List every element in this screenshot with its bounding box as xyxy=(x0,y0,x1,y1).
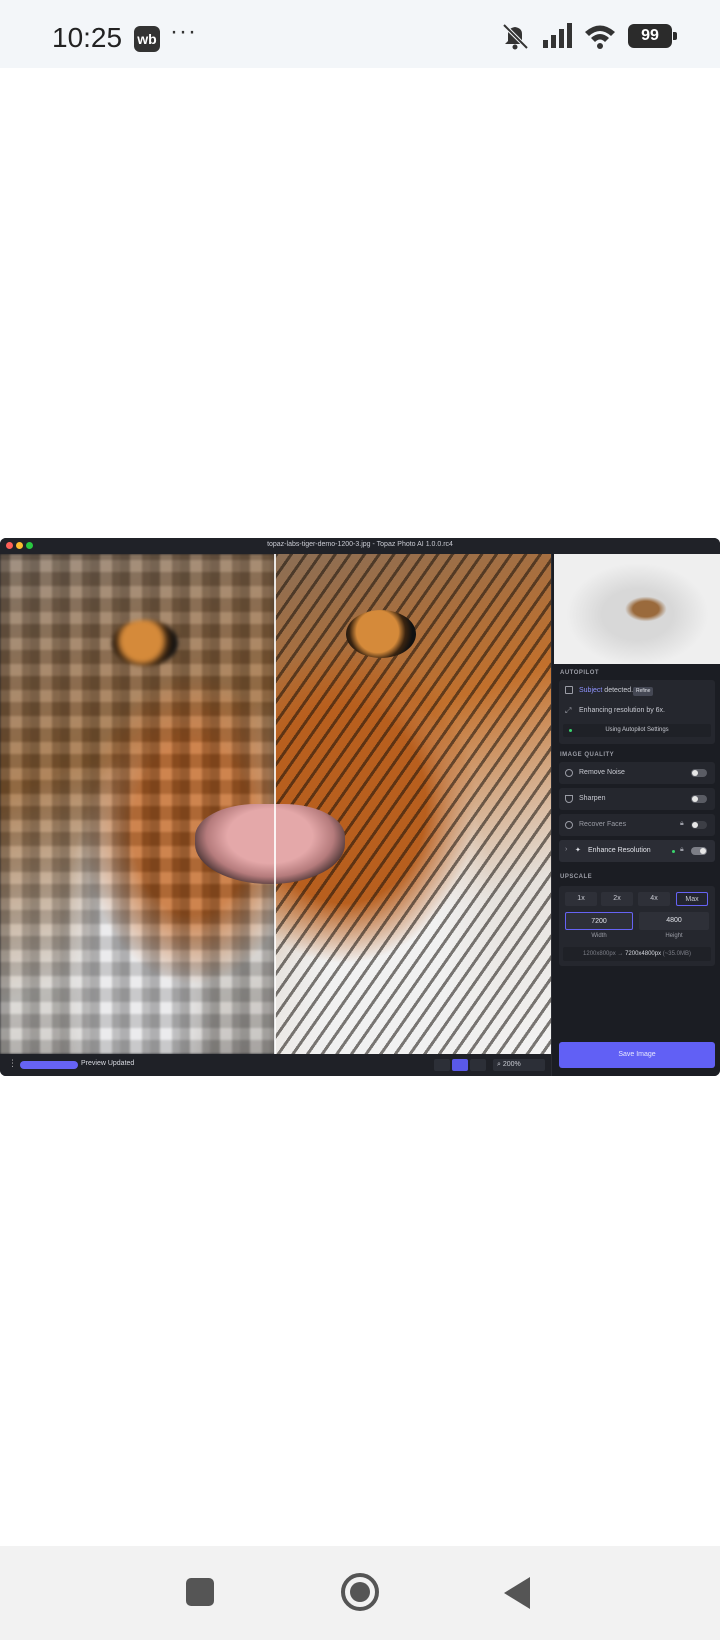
enhance-active-dot xyxy=(672,850,675,853)
clock: 10:25 xyxy=(52,22,123,53)
window-titlebar: topaz-labs-tiger-demo-1200-3.jpg - Topaz… xyxy=(0,538,720,554)
subject-icon xyxy=(565,686,573,694)
preview-progress-bar xyxy=(20,1061,78,1069)
scale-1x-button[interactable]: 1x xyxy=(565,892,597,906)
tiger-eye-right xyxy=(346,610,416,658)
enhancing-text: Enhancing resolution by 6x. xyxy=(579,707,665,714)
remove-noise-label: Remove Noise xyxy=(579,769,625,776)
wb-app-icon: wb xyxy=(134,26,160,52)
bottom-toolbar: ⋮ Preview Updated ⌕ 200% xyxy=(0,1054,551,1076)
zoom-level: 200% xyxy=(502,1061,521,1068)
enhance-resolution-row[interactable]: › ✦ Enhance Resolution 🔒︎ xyxy=(559,840,715,862)
upscale-card: 1x 2x 4x Max 7200 4800 Width Height 1200… xyxy=(559,886,715,966)
window-title: topaz-labs-tiger-demo-1200-3.jpg - Topaz… xyxy=(267,541,453,548)
enhance-resolution-toggle[interactable] xyxy=(691,847,707,855)
comparison-slider-handle[interactable] xyxy=(274,554,276,1054)
home-button[interactable] xyxy=(341,1573,379,1611)
wifi-icon xyxy=(585,25,615,49)
bell-off-icon xyxy=(502,23,529,50)
remove-noise-toggle[interactable] xyxy=(691,769,707,777)
height-label: Height xyxy=(665,933,683,939)
expand-chevron-icon[interactable]: › xyxy=(565,846,567,853)
summary-size: (~35.0MB) xyxy=(661,951,691,957)
upscale-summary: 1200x800px → 7200x4800px (~35.0MB) xyxy=(563,947,711,961)
refine-button[interactable]: Refine xyxy=(633,687,654,696)
lock-icon: 🔒︎ xyxy=(680,846,684,853)
sharpen-label: Sharpen xyxy=(579,795,606,802)
settings-sidebar: AUTOPILOT Subject detected. Refine ⤢ Enh… xyxy=(551,554,720,1076)
noise-icon xyxy=(565,769,573,777)
autopilot-settings-button[interactable]: Using Autopilot Settings xyxy=(563,724,711,737)
more-notifications-icon: ··· xyxy=(170,18,197,45)
save-image-button[interactable]: Save Image xyxy=(559,1042,715,1068)
split-view-icon[interactable] xyxy=(452,1059,468,1071)
comparison-canvas[interactable] xyxy=(0,554,551,1054)
detected-text: detected. xyxy=(602,687,634,694)
scale-max-button[interactable]: Max xyxy=(676,892,708,906)
zoom-control[interactable]: ⌕ 200% xyxy=(493,1059,545,1071)
autopilot-heading: AUTOPILOT xyxy=(560,670,600,676)
recover-faces-row[interactable]: Recover Faces 🔒︎ xyxy=(559,814,715,836)
recover-faces-toggle[interactable] xyxy=(691,821,707,829)
remove-noise-row[interactable]: Remove Noise xyxy=(559,762,715,784)
autopilot-card: Subject detected. Refine ⤢ Enhancing res… xyxy=(559,680,715,744)
signal-icon xyxy=(543,23,572,48)
recover-faces-label: Recover Faces xyxy=(579,821,627,828)
sharpen-icon xyxy=(565,795,573,803)
sharpen-toggle[interactable] xyxy=(691,795,707,803)
upscale-heading: UPSCALE xyxy=(560,874,593,880)
height-field[interactable]: 4800 xyxy=(639,912,709,930)
navigator-thumbnail[interactable] xyxy=(554,554,720,664)
tiger-nose xyxy=(195,804,345,884)
preview-status: Preview Updated xyxy=(81,1060,135,1067)
status-bar: 10:25 wb ··· 99 xyxy=(0,0,720,68)
battery-icon: 99 xyxy=(628,24,677,48)
resize-icon: ⤢ xyxy=(565,706,572,715)
image-quality-heading: IMAGE QUALITY xyxy=(560,752,615,758)
subject-detected-text: Subject detected. xyxy=(579,687,633,694)
status-icons: 99 xyxy=(500,22,677,50)
summary-to: 7200x4800px xyxy=(625,951,662,957)
sparkle-icon: ✦ xyxy=(575,847,581,854)
single-view-icon[interactable] xyxy=(434,1059,450,1071)
back-button[interactable] xyxy=(504,1577,530,1609)
autopilot-settings-label: Using Autopilot Settings xyxy=(605,727,669,733)
tiger-eye-left xyxy=(112,620,178,666)
face-icon xyxy=(565,821,573,829)
side-by-side-view-icon[interactable] xyxy=(470,1059,486,1071)
sharpen-row[interactable]: Sharpen xyxy=(559,788,715,810)
topaz-app-window: topaz-labs-tiger-demo-1200-3.jpg - Topaz… xyxy=(0,538,720,1076)
scale-2x-button[interactable]: 2x xyxy=(601,892,633,906)
lock-icon: 🔒︎ xyxy=(680,820,684,827)
enhance-resolution-label: Enhance Resolution xyxy=(588,847,651,854)
width-label: Width xyxy=(591,933,607,939)
width-field[interactable]: 7200 xyxy=(565,912,633,930)
menu-icon[interactable]: ⋮ xyxy=(8,1058,17,1069)
recents-button[interactable] xyxy=(186,1578,214,1606)
navigation-bar xyxy=(0,1546,720,1640)
scale-4x-button[interactable]: 4x xyxy=(638,892,670,906)
summary-from: 1200x800px → xyxy=(583,951,626,957)
subject-link[interactable]: Subject xyxy=(579,687,602,694)
